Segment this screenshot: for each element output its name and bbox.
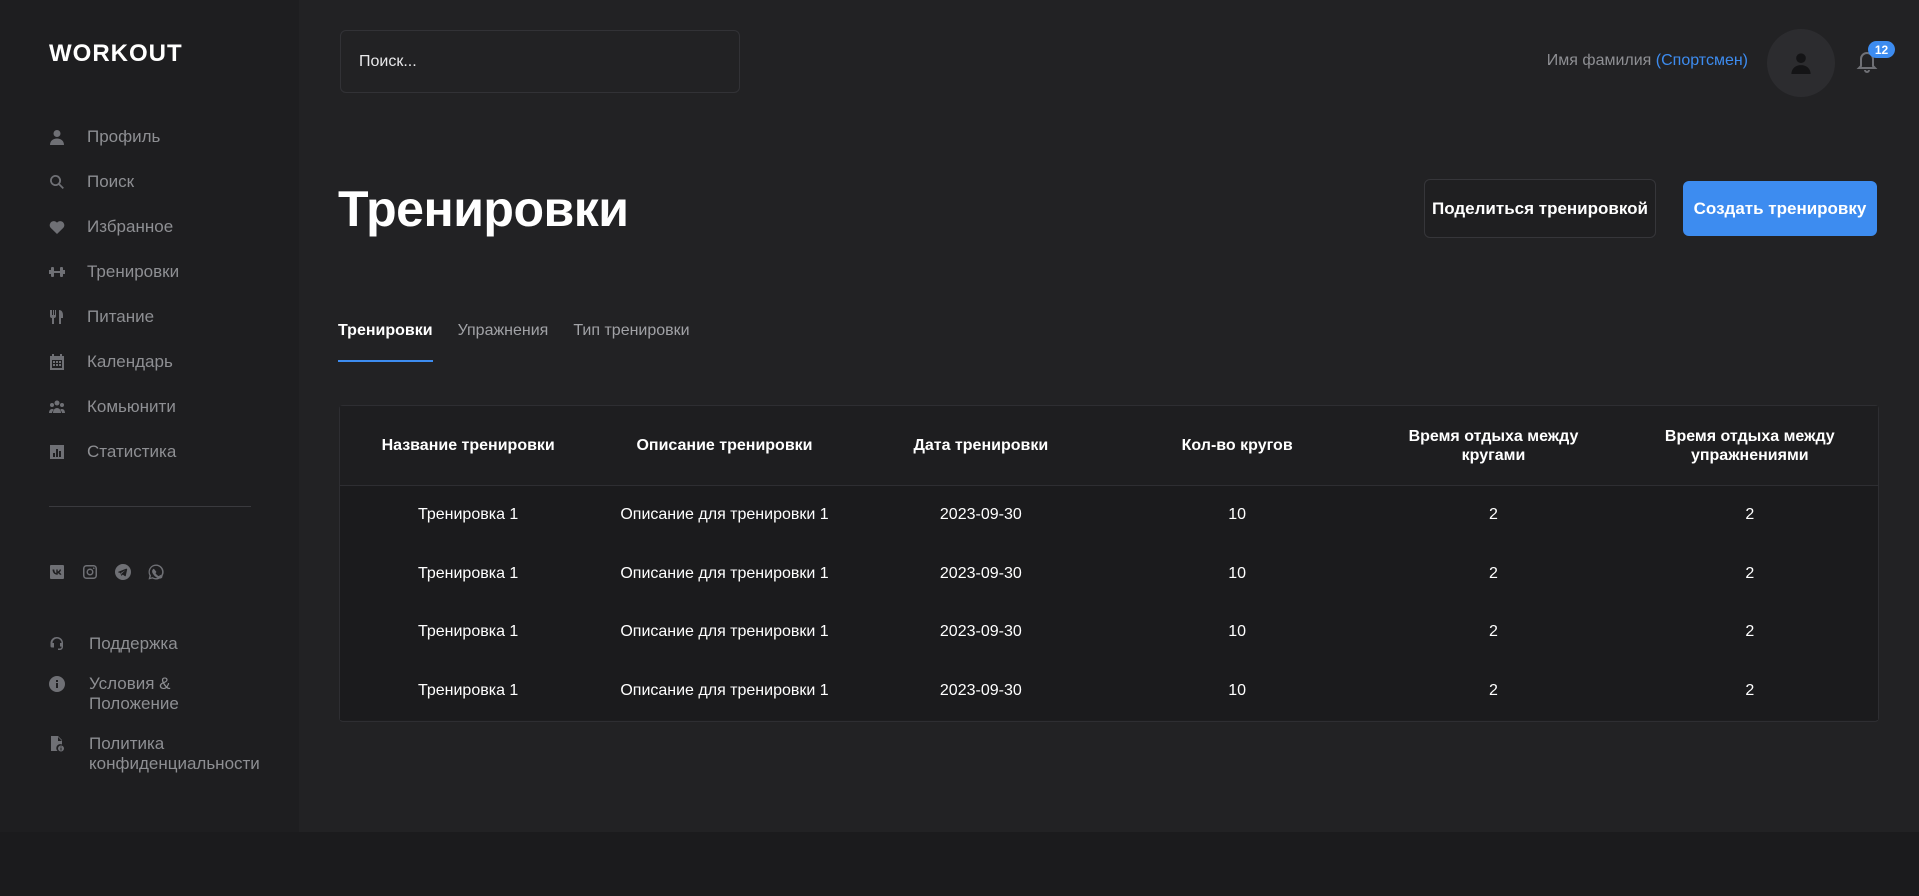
- heart-icon: [49, 219, 65, 235]
- telegram-icon[interactable]: [115, 564, 131, 580]
- table-cell: 10: [1228, 623, 1247, 641]
- sidebar-item-label: Питание: [87, 306, 155, 326]
- sidebar-item-label: Календарь: [87, 351, 173, 371]
- table-cell: Описание для тренировки 1: [620, 681, 829, 699]
- sidebar-item-label: Комьюнити: [87, 396, 176, 416]
- sidebar-item-community[interactable]: Комьюнити: [49, 384, 269, 429]
- table-cell: Тренировка 1: [417, 623, 519, 641]
- table-cell: Описание для тренировки 1: [620, 564, 829, 582]
- sidebar-item-support[interactable]: Поддержка: [49, 634, 269, 654]
- table-cell: 2: [1489, 506, 1498, 524]
- table-cell: 10: [1228, 506, 1247, 524]
- user-info: Имя фамилия (Спортсмен): [1547, 52, 1748, 70]
- sidebar: WORKOUT Профиль Поиск Избранное Трениров…: [0, 0, 299, 832]
- table-cell: Описание для тренировки 1: [620, 623, 829, 641]
- table-cell: Тренировка 1: [417, 681, 519, 699]
- sidebar-item-nutrition[interactable]: Питание: [49, 294, 269, 339]
- user-name: Имя фамилия: [1546, 52, 1652, 69]
- sidebar-item-label: Избранное: [87, 216, 174, 236]
- table-cell: 10: [1228, 681, 1247, 699]
- workouts-table: Название тренировки Описание тренировки …: [339, 405, 1879, 722]
- table-row[interactable]: Тренировка 1 Описание для тренировки 1 2…: [340, 662, 1878, 721]
- social-links: [49, 564, 164, 580]
- table-cell: 2: [1745, 681, 1755, 699]
- table-cell: 2: [1745, 623, 1755, 641]
- table-header: Название тренировки Описание тренировки …: [340, 406, 1878, 486]
- users-icon: [49, 399, 65, 415]
- whatsapp-icon[interactable]: [148, 564, 164, 580]
- notification-badge: 12: [1868, 41, 1895, 58]
- table-cell: 2: [1489, 623, 1498, 641]
- table-row[interactable]: Тренировка 1 Описание для тренировки 1 2…: [340, 603, 1878, 662]
- info-icon: [49, 676, 65, 692]
- sidebar-item-calendar[interactable]: Календарь: [49, 339, 269, 384]
- search-box[interactable]: [340, 30, 740, 93]
- tab-workouts[interactable]: Тренировки: [338, 322, 433, 362]
- sidebar-item-privacy[interactable]: Политика конфиденциальности: [49, 734, 269, 774]
- instagram-icon[interactable]: [82, 564, 98, 580]
- table-row[interactable]: Тренировка 1 Описание для тренировки 1 2…: [340, 486, 1878, 545]
- table-row[interactable]: Тренировка 1 Описание для тренировки 1 2…: [340, 545, 1878, 604]
- app-logo[interactable]: WORKOUT: [49, 40, 183, 68]
- sidebar-item-label: Статистика: [87, 441, 177, 461]
- sidebar-item-label: Тренировки: [87, 261, 180, 281]
- table-cell: Описание для тренировки 1: [620, 506, 829, 524]
- table-cell: 2: [1489, 564, 1498, 582]
- sidebar-item-search[interactable]: Поиск: [49, 159, 269, 204]
- table-cell: 2: [1745, 564, 1755, 582]
- tabs: Тренировки Упражнения Тип тренировки: [338, 322, 715, 362]
- sidebar-item-statistics[interactable]: Статистика: [49, 429, 269, 474]
- create-workout-button[interactable]: Создать тренировку: [1683, 181, 1877, 236]
- sidebar-item-label: Профиль: [87, 126, 161, 146]
- page-title: Тренировки: [338, 181, 629, 237]
- table-body: Тренировка 1 Описание для тренировки 1 2…: [340, 486, 1878, 720]
- sidebar-item-workouts[interactable]: Тренировки: [49, 249, 269, 294]
- sidebar-nav: Профиль Поиск Избранное Тренировки Питан…: [49, 114, 269, 474]
- sidebar-item-terms[interactable]: Условия & Положение: [49, 674, 269, 714]
- sidebar-item-label: Условия & Положение: [89, 674, 179, 713]
- table-cell: Тренировка 1: [417, 506, 519, 524]
- table-cell: 10: [1228, 564, 1247, 582]
- avatar[interactable]: [1767, 29, 1835, 97]
- headset-icon: [49, 636, 65, 652]
- column-header[interactable]: Время отдыха между упражнениями: [1622, 406, 1878, 485]
- table-cell: 2023-09-30: [939, 623, 1022, 641]
- table-cell: Тренировка 1: [417, 564, 519, 582]
- share-workout-button[interactable]: Поделиться тренировкой: [1424, 179, 1656, 238]
- dumbbell-icon: [49, 264, 65, 280]
- column-header[interactable]: Кол-во кругов: [1109, 406, 1365, 485]
- table-cell: 2023-09-30: [939, 681, 1022, 699]
- search-icon: [49, 174, 65, 190]
- table-cell: 2: [1489, 681, 1498, 699]
- user-icon: [49, 129, 65, 145]
- tab-workout-type[interactable]: Тип тренировки: [573, 322, 689, 362]
- utensils-icon: [49, 309, 65, 325]
- sidebar-bottom-nav: Поддержка Условия & Положение Политика к…: [49, 634, 269, 794]
- table-cell: 2023-09-30: [939, 506, 1022, 524]
- user-role: (Спортсмен): [1655, 52, 1748, 69]
- column-header[interactable]: Описание тренировки: [596, 406, 852, 485]
- column-header[interactable]: Название тренировки: [340, 406, 596, 485]
- sidebar-item-label: Поиск: [87, 171, 135, 191]
- sidebar-item-label: Политика конфиденциальности: [89, 734, 260, 773]
- sidebar-divider: [49, 506, 251, 507]
- sidebar-item-label: Поддержка: [89, 634, 178, 653]
- calendar-icon: [49, 353, 65, 370]
- user-icon: [1791, 53, 1811, 74]
- table-cell: 2: [1745, 506, 1755, 524]
- search-input[interactable]: [359, 52, 739, 71]
- sidebar-item-profile[interactable]: Профиль: [49, 114, 269, 159]
- column-header[interactable]: Время отдыха между кругами: [1365, 406, 1621, 485]
- column-header[interactable]: Дата тренировки: [853, 406, 1109, 485]
- document-icon: [49, 736, 65, 752]
- sidebar-item-favorites[interactable]: Избранное: [49, 204, 269, 249]
- vk-icon[interactable]: [49, 564, 65, 580]
- chart-icon: [49, 444, 65, 460]
- tab-exercises[interactable]: Упражнения: [458, 322, 549, 362]
- table-cell: 2023-09-30: [939, 564, 1022, 582]
